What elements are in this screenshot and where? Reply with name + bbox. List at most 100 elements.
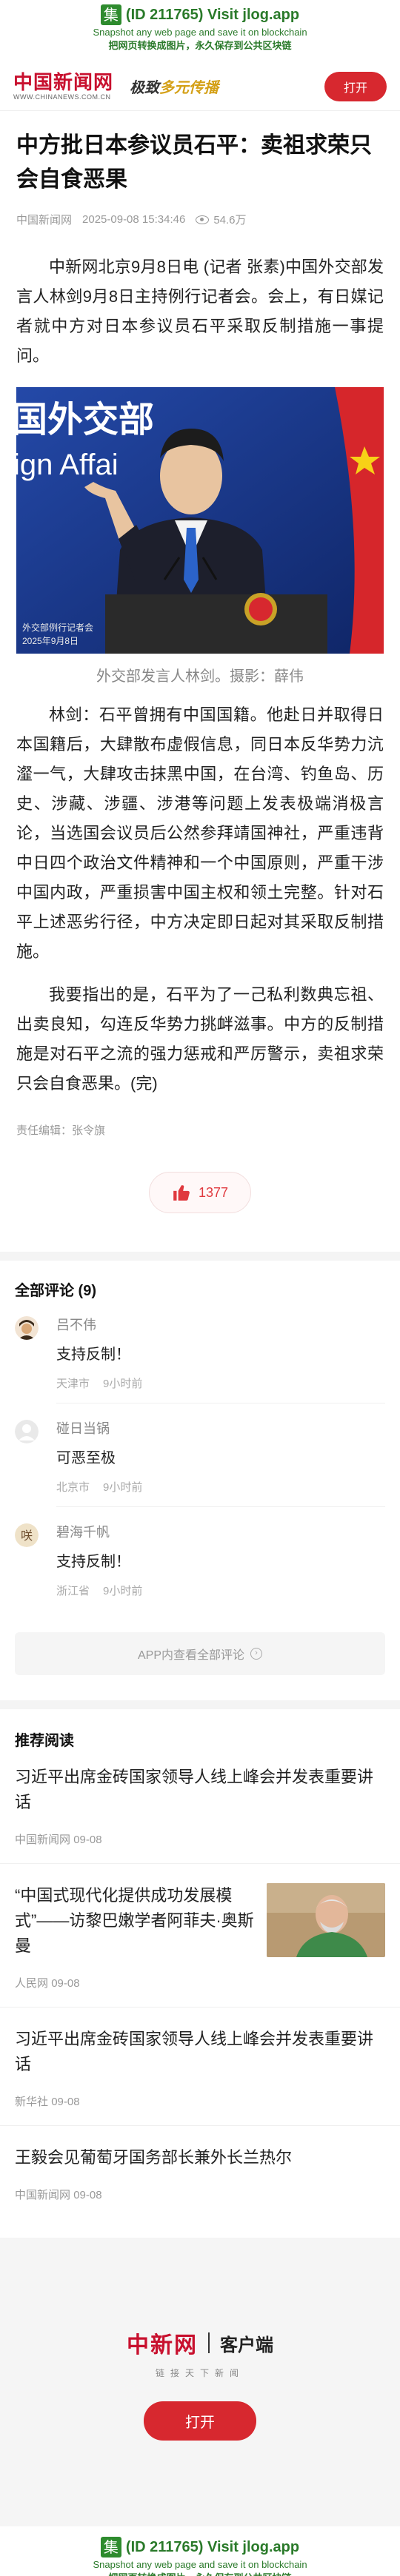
- comment-item: 碰日当锅 可恶至极 北京市 9小时前: [0, 1420, 400, 1507]
- comment-author: 碰日当锅: [56, 1421, 110, 1436]
- article-meta: 中国新闻网 2025-09-08 15:34:46 54.6万: [0, 197, 400, 227]
- wall-text-en: ign Affai: [16, 449, 119, 481]
- comment-author: 碧海千帆: [56, 1525, 110, 1540]
- recommend-headline[interactable]: “中国式现代化提供成功发展模式”——访黎巴嫩学者阿菲夫·奥斯曼: [15, 1883, 256, 1959]
- comment-text: 支持反制！: [56, 1554, 130, 1570]
- article-source: 中国新闻网: [16, 214, 73, 227]
- app-logo-text: 中新网: [127, 2332, 198, 2358]
- svg-text:咲: 咲: [21, 1529, 33, 1543]
- recommend-item[interactable]: 习近平出席金砖国家领导人线上峰会并发表重要讲话 中国新闻网 09-08: [0, 1750, 400, 1864]
- view-count-value: 54.6万: [213, 214, 247, 227]
- thumbnail-graphic: [267, 1883, 385, 1957]
- recommend-headline[interactable]: 习近平出席金砖国家领导人线上峰会并发表重要讲话: [15, 2027, 385, 2077]
- recommend-headline[interactable]: 习近平出席金砖国家领导人线上峰会并发表重要讲话: [15, 1765, 385, 1815]
- jlog-title[interactable]: (ID 211765) Visit jlog.app: [126, 7, 299, 24]
- comment-meta: 浙江省 9小时前: [56, 1583, 385, 1598]
- site-header: 中国新闻网 WWW.CHINANEWS.COM.CN 极致多元传播 打开: [0, 62, 400, 111]
- open-app-button[interactable]: 打开: [324, 71, 387, 101]
- comment-text: 支持反制！: [56, 1346, 130, 1363]
- article-paragraph-2: 林剑：石平曾拥有中国国籍。他赴日并取得日本国籍后，大肆散布虚假信息，同日本反华势…: [16, 705, 384, 961]
- chinanews-logo[interactable]: 中国新闻网 WWW.CHINANEWS.COM.CN: [13, 73, 113, 101]
- slogan: 极致多元传播: [130, 76, 219, 97]
- like-button[interactable]: 1377: [148, 1172, 252, 1213]
- article-paragraph-3: 我要指出的是，石平为了一己私利数典忘祖、出卖良知，勾连反华势力挑衅滋事。中方的反…: [16, 985, 384, 1093]
- recommend-date: 09-08: [51, 2096, 80, 2108]
- thumbs-up-icon: [173, 1185, 190, 1201]
- slogan-main: 多元传播: [159, 78, 219, 96]
- article-photo[interactable]: 国外交部 ign Affai 外交部例行记者会 2025年9月8日: [16, 387, 384, 654]
- photo-overlay-line2: 2025年9月8日: [22, 636, 79, 646]
- comment-meta: 天津市 9小时前: [56, 1375, 385, 1391]
- jlog-subtitle-zh: 把网页转换成图片，永久保存到公共区块链: [0, 2570, 400, 2576]
- app-client-label: 客户端: [220, 2335, 273, 2355]
- eye-icon: [196, 215, 210, 224]
- jlog-title-row: 集 (ID 211765) Visit jlog.app: [0, 2537, 400, 2557]
- recommend-headline[interactable]: 王毅会见葡萄牙国务部长兼外长兰热尔: [15, 2145, 385, 2170]
- photo-caption: 外交部发言人林剑。摄影：薛伟: [96, 668, 304, 685]
- section-divider: [0, 1252, 400, 1261]
- logo-url: WWW.CHINANEWS.COM.CN: [13, 93, 111, 101]
- comment-author: 吕不伟: [56, 1318, 96, 1332]
- article-datetime: 2025-09-08 15:34:46: [82, 213, 186, 226]
- recommend-source: 新华社: [15, 2096, 49, 2108]
- recommend-row: “中国式现代化提供成功发展模式”——访黎巴嫩学者阿菲夫·奥斯曼 人民网 09-0…: [15, 1883, 385, 2007]
- app-download-panel: 中新网 客户端 链接天下新闻 打开: [0, 2238, 400, 2526]
- comment-time: 9小时前: [103, 1481, 143, 1494]
- recommend-item[interactable]: “中国式现代化提供成功发展模式”——访黎巴嫩学者阿菲夫·奥斯曼 人民网 09-0…: [0, 1864, 400, 2008]
- view-all-comments-label: APP内查看全部评论: [137, 1649, 245, 1662]
- like-area: 1377: [0, 1172, 400, 1213]
- comment-location: 北京市: [56, 1481, 90, 1494]
- recommend-date: 09-08: [73, 2189, 102, 2201]
- recommend-meta: 中国新闻网 09-08: [15, 1831, 385, 1863]
- jlog-subtitle-zh: 把网页转换成图片，永久保存到公共区块链: [108, 40, 292, 51]
- comments-title: 全部评论 (9): [15, 1283, 96, 1299]
- jlog-badge-icon: 集: [100, 4, 121, 25]
- like-count: 1377: [198, 1184, 229, 1200]
- recommend-item[interactable]: 王毅会见葡萄牙国务部长兼外长兰热尔 中国新闻网 09-08: [0, 2126, 400, 2218]
- comment-time: 9小时前: [103, 1585, 143, 1597]
- recommend-source: 人民网: [15, 1977, 49, 1990]
- app-open-button[interactable]: 打开: [144, 2401, 256, 2441]
- recommend-item[interactable]: 习近平出席金砖国家领导人线上峰会并发表重要讲话 新华社 09-08: [0, 2008, 400, 2126]
- article-paragraph-1: 中新网北京9月8日电 (记者 张素)中国外交部发言人林剑9月8日主持例行记者会。…: [16, 258, 384, 365]
- wall-text-zh: 国外交部: [16, 400, 154, 440]
- app-tagline: 链接天下新闻: [155, 2368, 244, 2378]
- logo-text: 中国新闻网: [13, 71, 114, 94]
- recommend-source: 中国新闻网: [15, 1834, 71, 1846]
- comment-item: 咲 碧海千帆 支持反制！ 浙江省 9小时前: [0, 1523, 400, 1610]
- jlog-subtitle-en: Snapshot any web page and save it on blo…: [93, 2559, 307, 2570]
- recommend-date: 09-08: [73, 1834, 102, 1846]
- comment-location: 浙江省: [56, 1585, 90, 1597]
- view-all-comments-button[interactable]: APP内查看全部评论 ›: [15, 1632, 385, 1675]
- recommend-meta: 新华社 09-08: [15, 2093, 385, 2125]
- photo-overlay-line1: 外交部例行记者会: [22, 623, 94, 633]
- photo-overlay-text: 外交部例行记者会 2025年9月8日: [22, 621, 93, 648]
- logo-divider: [208, 2332, 210, 2353]
- recommend-title: 推荐阅读: [15, 1733, 74, 1749]
- jlog-title-row: 集 (ID 211765) Visit jlog.app: [0, 4, 400, 25]
- avatar: [15, 1420, 39, 1443]
- jlog-banner-top[interactable]: 集 (ID 211765) Visit jlog.app Snapshot an…: [0, 0, 400, 62]
- recommend-thumbnail[interactable]: [267, 1883, 385, 1957]
- jlog-subtitle-en: Snapshot any web page and save it on blo…: [93, 27, 307, 38]
- recommend-date: 09-08: [51, 1977, 80, 1990]
- comment-location: 天津市: [56, 1378, 90, 1390]
- avatar: [15, 1316, 39, 1340]
- comment-item: 吕不伟 支持反制！ 天津市 9小时前: [0, 1316, 400, 1403]
- page: 集 (ID 211765) Visit jlog.app Snapshot an…: [0, 0, 400, 2576]
- app-logo: 中新网 客户端: [127, 2327, 273, 2359]
- spokesperson-photo-graphic: 国外交部 ign Affai: [16, 387, 384, 654]
- avatar: 咲: [15, 1523, 39, 1547]
- section-divider: [0, 1700, 400, 1709]
- article-title: 中方批日本参议员石平：卖祖求荣只会自食恶果: [16, 133, 372, 192]
- responsible-editor: 责任编辑：张令旗: [16, 1124, 106, 1137]
- comment-meta: 北京市 9小时前: [56, 1479, 385, 1495]
- jlog-badge-icon: 集: [100, 2537, 121, 2557]
- view-count: 54.6万: [196, 212, 247, 227]
- jlog-title[interactable]: (ID 211765) Visit jlog.app: [126, 2539, 299, 2556]
- recommend-meta: 中国新闻网 09-08: [15, 2187, 385, 2218]
- comment-time: 9小时前: [103, 1378, 143, 1390]
- comment-text: 可恶至极: [56, 1450, 116, 1466]
- arrow-right-icon: ›: [250, 1648, 263, 1660]
- jlog-banner-bottom[interactable]: 集 (ID 211765) Visit jlog.app Snapshot an…: [0, 2526, 400, 2576]
